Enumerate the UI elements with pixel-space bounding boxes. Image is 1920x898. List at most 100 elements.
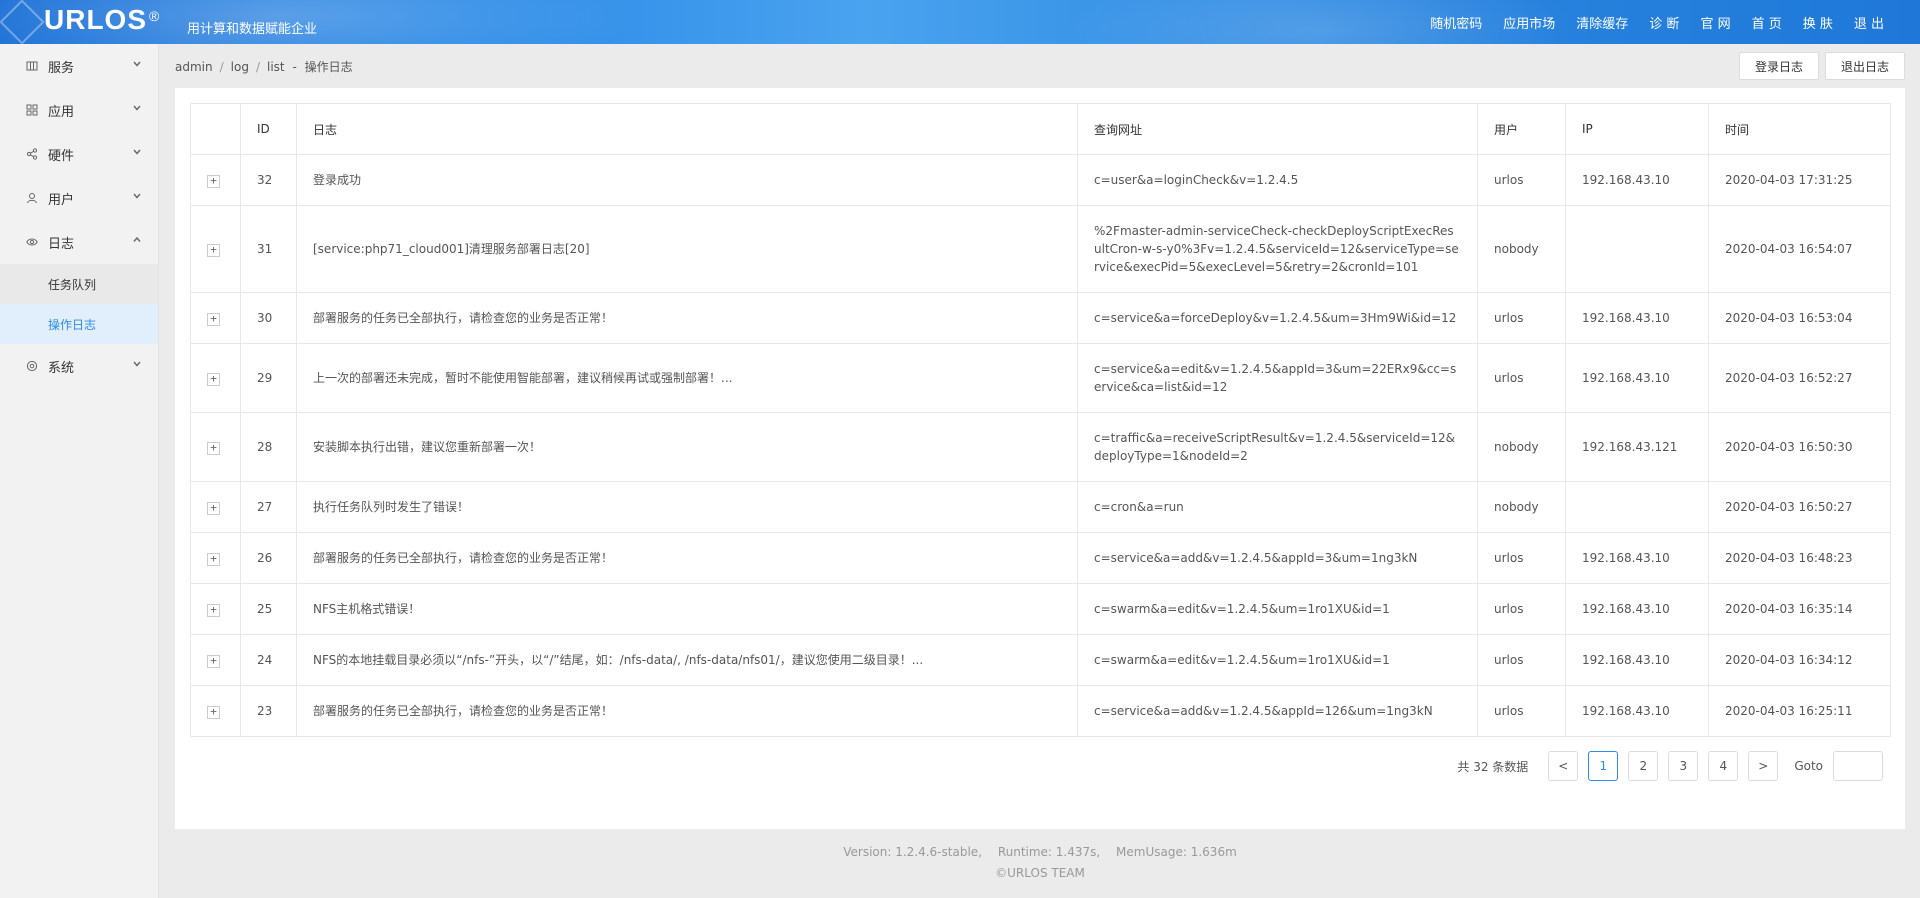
logo-text: URLOS — [44, 4, 147, 35]
nav-home[interactable]: 首 页 — [1752, 13, 1782, 32]
cell-time: 2020-04-03 16:34:12 — [1708, 634, 1891, 686]
cell-url: c=service&a=add&v=1.2.4.5&appId=3&um=1ng… — [1077, 532, 1478, 584]
expand-icon[interactable]: + — [207, 313, 220, 326]
nav-random-password[interactable]: 随机密码 — [1430, 13, 1482, 32]
nav-logout[interactable]: 退 出 — [1854, 13, 1884, 32]
cell-user: urlos — [1477, 292, 1566, 344]
pagination-page-3[interactable]: 3 — [1668, 751, 1699, 781]
expand-icon[interactable]: + — [207, 442, 220, 455]
nav-app-market[interactable]: 应用市场 — [1503, 13, 1555, 32]
cell-url: c=swarm&a=edit&v=1.2.4.5&um=1ro1XU&id=1 — [1077, 634, 1478, 686]
cell-ip: 192.168.43.10 — [1565, 634, 1709, 686]
table-row: + 27 执行任务队列时发生了错误！ c=cron&a=run nobody 2… — [190, 481, 1891, 533]
cell-log: NFS的本地挂载目录必须以“/nfs-”开头，以“/”结尾，如：/nfs-dat… — [296, 634, 1078, 686]
cell-url: %2Fmaster-admin-serviceCheck-checkDeploy… — [1077, 205, 1478, 293]
expand-icon[interactable]: + — [207, 175, 220, 188]
cell-url: c=service&a=add&v=1.2.4.5&appId=126&um=1… — [1077, 685, 1478, 737]
table-row: + 32 登录成功 c=user&a=loginCheck&v=1.2.4.5 … — [190, 154, 1891, 206]
table-header-row: ID 日志 查询网址 用户 IP 时间 — [190, 103, 1891, 155]
cell-id: 30 — [240, 292, 297, 344]
sidebar-item-user[interactable]: 用户 — [0, 176, 158, 220]
cell-time: 2020-04-03 17:31:25 — [1708, 154, 1891, 206]
sidebar: 服务 应用 硬件 用户 日志 任务队列 操作日志 系统 — [0, 44, 159, 898]
eye-icon — [26, 236, 38, 248]
pagination-next-button[interactable]: > — [1748, 751, 1779, 781]
expand-icon[interactable]: + — [207, 244, 220, 257]
cell-id: 26 — [240, 532, 297, 584]
cell-ip: 192.168.43.10 — [1565, 292, 1709, 344]
server-icon — [26, 60, 38, 72]
user-icon — [26, 192, 38, 204]
cell-time: 2020-04-03 16:35:14 — [1708, 583, 1891, 635]
footer-runtime: Runtime: 1.437s, — [997, 845, 1101, 859]
cell-user: nobody — [1477, 412, 1566, 482]
cell-id: 23 — [240, 685, 297, 737]
table-row: + 26 部署服务的任务已全部执行，请检查您的业务是否正常！ c=service… — [190, 532, 1891, 584]
pagination-total: 共 32 条数据 — [1457, 759, 1529, 774]
cell-time: 2020-04-03 16:52:27 — [1708, 343, 1891, 413]
sidebar-item-app[interactable]: 应用 — [0, 88, 158, 132]
pagination-prev-button[interactable]: < — [1548, 751, 1579, 781]
login-log-button[interactable]: 登录日志 — [1739, 52, 1819, 80]
footer-info: Version: 1.2.4.6-stable, Runtime: 1.437s… — [160, 845, 1920, 859]
expand-icon[interactable]: + — [207, 706, 220, 719]
pagination-page-1[interactable]: 1 — [1588, 751, 1619, 781]
slogan: 用计算和数据赋能企业 — [187, 22, 318, 37]
cell-time: 2020-04-03 16:50:27 — [1708, 481, 1891, 533]
col-log: 日志 — [296, 103, 1078, 155]
expand-icon[interactable]: + — [207, 502, 220, 515]
nav-official-site[interactable]: 官 网 — [1700, 13, 1730, 32]
cell-url: c=traffic&a=receiveScriptResult&v=1.2.4.… — [1077, 412, 1478, 482]
log-submenu: 任务队列 操作日志 — [0, 264, 158, 344]
chevron-down-icon — [132, 58, 141, 67]
col-url: 查询网址 — [1077, 103, 1478, 155]
cell-id: 24 — [240, 634, 297, 686]
cell-log: 部署服务的任务已全部执行，请检查您的业务是否正常！ — [296, 685, 1078, 737]
cell-url: c=service&a=edit&v=1.2.4.5&appId=3&um=22… — [1077, 343, 1478, 413]
logout-log-button[interactable]: 退出日志 — [1825, 52, 1905, 80]
expand-icon[interactable]: + — [207, 655, 220, 668]
expand-icon[interactable]: + — [207, 604, 220, 617]
sidebar-item-label: 硬件 — [48, 148, 75, 164]
cell-log: NFS主机格式错误！ — [296, 583, 1078, 635]
log-table: ID 日志 查询网址 用户 IP 时间 + 32 登录成功 c=user&a=l… — [190, 103, 1891, 737]
cell-ip: 192.168.43.10 — [1565, 583, 1709, 635]
sidebar-item-label: 应用 — [48, 104, 75, 120]
nav-diagnose[interactable]: 诊 断 — [1649, 13, 1679, 32]
share-icon — [26, 148, 38, 160]
pagination-page-4[interactable]: 4 — [1708, 751, 1739, 781]
sidebar-item-label: 系统 — [48, 360, 75, 376]
breadcrumb-current: 操作日志 — [304, 60, 353, 74]
col-id: ID — [240, 103, 297, 155]
footer-memusage: MemUsage: 1.636m — [1116, 845, 1237, 859]
chevron-down-icon — [132, 358, 141, 367]
goto-input[interactable] — [1833, 751, 1883, 781]
expand-icon[interactable]: + — [207, 553, 220, 566]
table-row: + 31 [service:php71_cloud001]清理服务部署日志[20… — [190, 205, 1891, 293]
nav-skin[interactable]: 换 肤 — [1803, 13, 1833, 32]
table-row: + 23 部署服务的任务已全部执行，请检查您的业务是否正常！ c=service… — [190, 685, 1891, 737]
table-row: + 24 NFS的本地挂载目录必须以“/nfs-”开头，以“/”结尾，如：/nf… — [190, 634, 1891, 686]
log-panel: ID 日志 查询网址 用户 IP 时间 + 32 登录成功 c=user&a=l… — [175, 88, 1905, 829]
chevron-down-icon — [132, 190, 141, 199]
breadcrumb-list[interactable]: list — [267, 60, 285, 74]
pagination-page-2[interactable]: 2 — [1628, 751, 1659, 781]
sidebar-subitem-operation-log[interactable]: 操作日志 — [0, 304, 158, 344]
logo-registered: ® — [149, 8, 161, 24]
expand-icon[interactable]: + — [207, 373, 220, 386]
sidebar-item-hardware[interactable]: 硬件 — [0, 132, 158, 176]
cell-user: nobody — [1477, 205, 1566, 293]
sidebar-item-system[interactable]: 系统 — [0, 344, 158, 388]
cell-time: 2020-04-03 16:53:04 — [1708, 292, 1891, 344]
sidebar-item-log[interactable]: 日志 — [0, 220, 158, 264]
cell-user: urlos — [1477, 634, 1566, 686]
breadcrumb-admin[interactable]: admin — [175, 60, 213, 74]
table-row: + 30 部署服务的任务已全部执行，请检查您的业务是否正常！ c=service… — [190, 292, 1891, 344]
col-user: 用户 — [1477, 103, 1566, 155]
nav-clear-cache[interactable]: 清除缓存 — [1576, 13, 1628, 32]
sidebar-subitem-task-queue[interactable]: 任务队列 — [0, 264, 158, 304]
breadcrumb-log[interactable]: log — [231, 60, 249, 74]
cell-id: 32 — [240, 154, 297, 206]
sidebar-item-service[interactable]: 服务 — [0, 44, 158, 88]
logo[interactable]: URLOS ® — [44, 4, 160, 36]
